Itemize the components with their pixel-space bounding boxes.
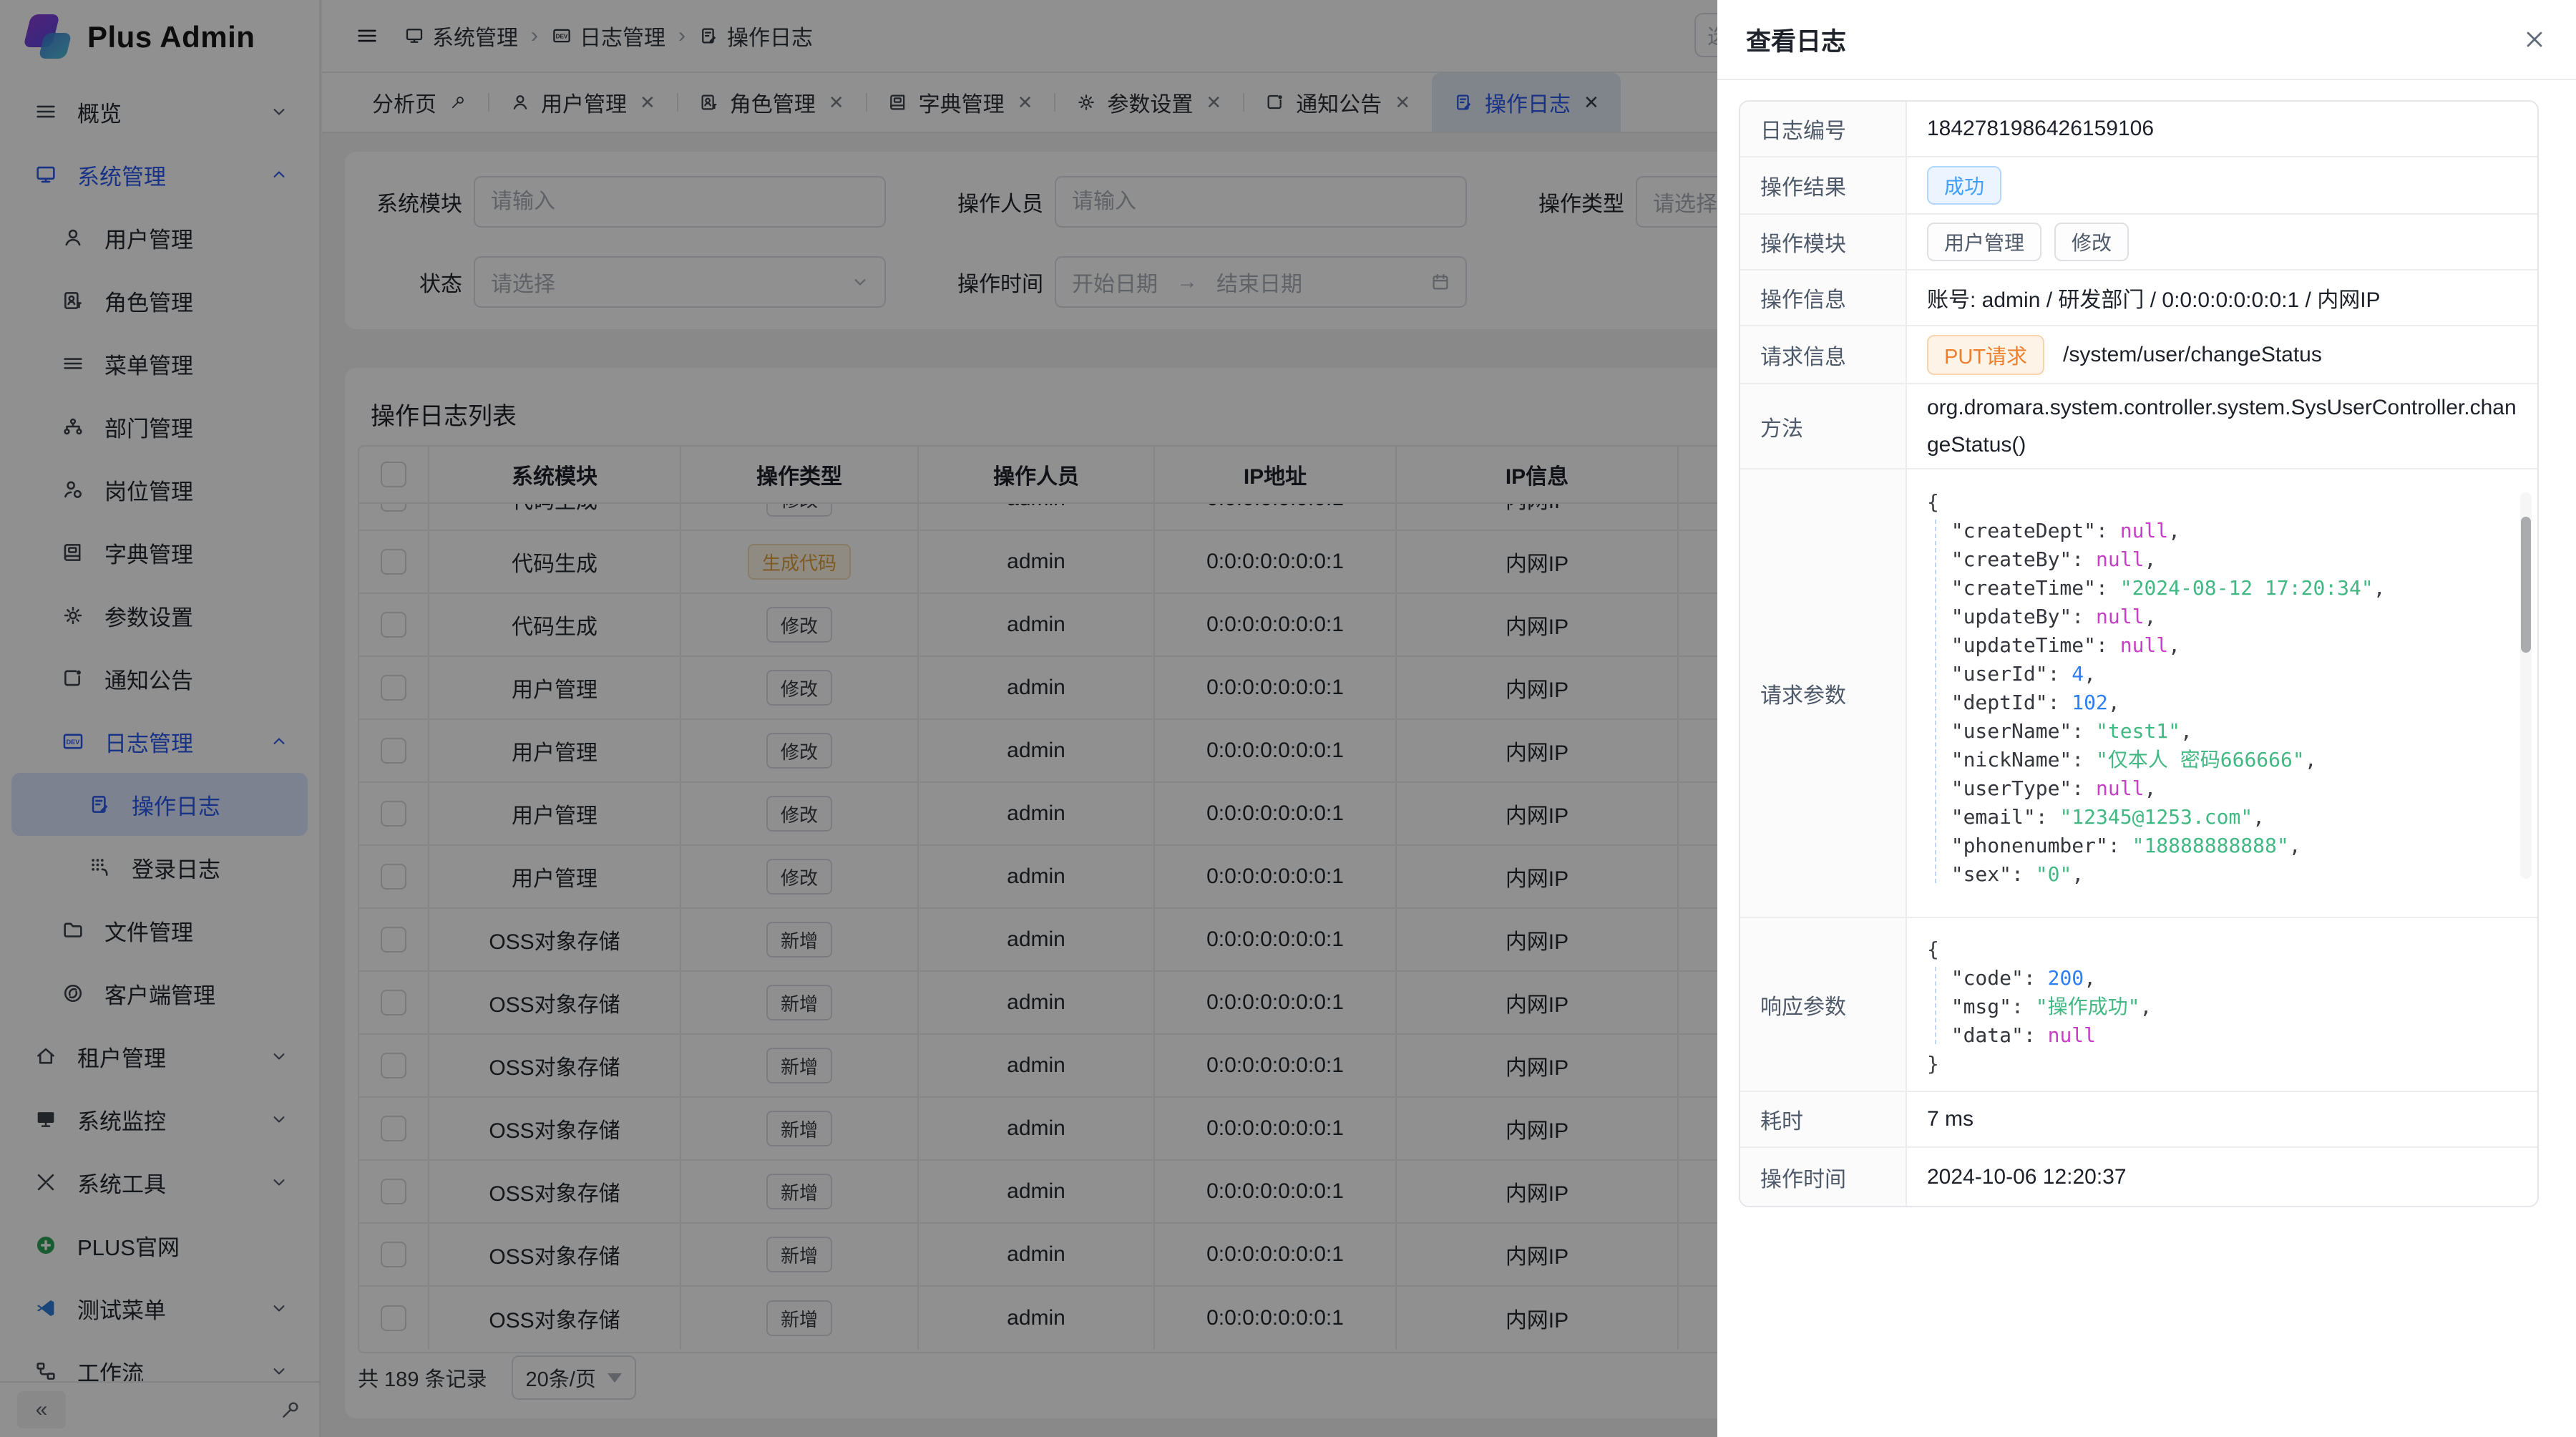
detail-row-result: 操作结果 成功 [1740, 157, 2537, 215]
detail-row-method: 方法 org.dromara.system.controller.system.… [1740, 384, 2537, 469]
request-label: 请求信息 [1740, 326, 1907, 383]
detail-row-request: 请求信息 PUT请求 /system/user/changeStatus [1740, 326, 2537, 384]
log-id-label: 日志编号 [1740, 102, 1907, 156]
method-label: 方法 [1740, 384, 1907, 468]
detail-row-info: 操作信息 账号: admin / 研发部门 / 0:0:0:0:0:0:0:1 … [1740, 271, 2537, 326]
indent-guide [1935, 967, 1936, 1044]
info-label: 操作信息 [1740, 271, 1907, 325]
result-badge: 成功 [1927, 166, 2001, 205]
cost-label: 耗时 [1740, 1092, 1907, 1146]
http-method-badge: PUT请求 [1927, 335, 2044, 375]
request-params-label: 请求参数 [1740, 469, 1907, 917]
log-detail-table: 日志编号 1842781986426159106 操作结果 成功 操作模块 用户… [1739, 100, 2539, 1207]
action-badge: 修改 [2054, 223, 2129, 261]
indent-guide [1935, 520, 1936, 883]
view-log-drawer: 查看日志 日志编号 1842781986426159106 操作结果 成功 操作… [1717, 0, 2576, 1437]
request-url: /system/user/changeStatus [2063, 343, 2322, 367]
response-params-label: 响应参数 [1740, 918, 1907, 1091]
result-label: 操作结果 [1740, 157, 1907, 213]
cost-value: 7 ms [1907, 1092, 2537, 1146]
detail-row-response-params: 响应参数 { "code": 200, "msg": "操作成功", "data… [1740, 918, 2537, 1092]
code-scrollbar[interactable] [2520, 492, 2532, 879]
close-icon[interactable] [2522, 26, 2547, 52]
drawer-title: 查看日志 [1746, 21, 1846, 58]
detail-row-module: 操作模块 用户管理 修改 [1740, 215, 2537, 271]
detail-row-log-id: 日志编号 1842781986426159106 [1740, 102, 2537, 157]
time-value: 2024-10-06 12:20:37 [1907, 1148, 2537, 1206]
method-value: org.dromara.system.controller.system.Sys… [1907, 384, 2537, 468]
detail-row-time: 操作时间 2024-10-06 12:20:37 [1740, 1148, 2537, 1206]
response-params-code: { "code": 200, "msg": "操作成功", "data": nu… [1927, 935, 2527, 1078]
detail-row-request-params: 请求参数 { "createDept": null, "createBy": n… [1740, 469, 2537, 918]
code-scrollbar-thumb[interactable] [2521, 517, 2531, 653]
time-label: 操作时间 [1740, 1148, 1907, 1206]
module-badge: 用户管理 [1927, 223, 2041, 261]
module-label: 操作模块 [1740, 215, 1907, 269]
log-id-value: 1842781986426159106 [1907, 102, 2537, 156]
detail-row-cost: 耗时 7 ms [1740, 1092, 2537, 1148]
request-params-code[interactable]: { "createDept": null, "createBy": null, … [1927, 488, 2527, 890]
info-value: 账号: admin / 研发部门 / 0:0:0:0:0:0:0:1 / 内网I… [1907, 271, 2537, 325]
